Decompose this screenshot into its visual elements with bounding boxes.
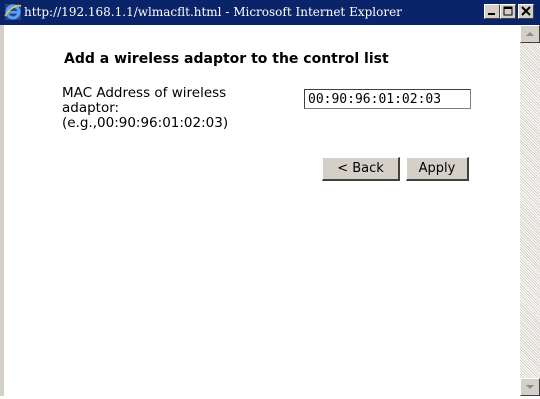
- mac-label-line2: adaptor:: [62, 100, 120, 116]
- window-titlebar[interactable]: http://192.168.1.1/wlmacflt.html - Micro…: [0, 0, 540, 25]
- scroll-down-button[interactable]: [520, 378, 540, 396]
- scroll-up-button[interactable]: [520, 25, 540, 43]
- page-heading: Add a wireless adaptor to the control li…: [64, 51, 389, 67]
- close-button[interactable]: [518, 4, 534, 19]
- mac-address-label: MAC Address of wireless adaptor: (e.g.,0…: [62, 86, 262, 131]
- minimize-button[interactable]: [484, 4, 500, 19]
- arrow-up-icon: [521, 27, 539, 46]
- mac-address-input[interactable]: [304, 89, 471, 109]
- window-title: http://192.168.1.1/wlmacflt.html - Micro…: [24, 5, 402, 19]
- maximize-button[interactable]: [500, 4, 516, 19]
- minimize-icon: [485, 5, 499, 18]
- mac-label-line1: MAC Address of wireless: [62, 85, 227, 101]
- mac-example-text: (e.g.,00:90:96:01:02:03): [62, 115, 229, 131]
- close-icon: [519, 5, 533, 18]
- internet-explorer-icon: [4, 3, 22, 21]
- vertical-scrollbar[interactable]: [520, 25, 540, 396]
- apply-button[interactable]: Apply: [406, 157, 469, 181]
- maximize-icon: [501, 5, 515, 18]
- page-content: Add a wireless adaptor to the control li…: [4, 25, 520, 396]
- back-button[interactable]: < Back: [322, 157, 400, 181]
- arrow-down-icon: [521, 380, 539, 399]
